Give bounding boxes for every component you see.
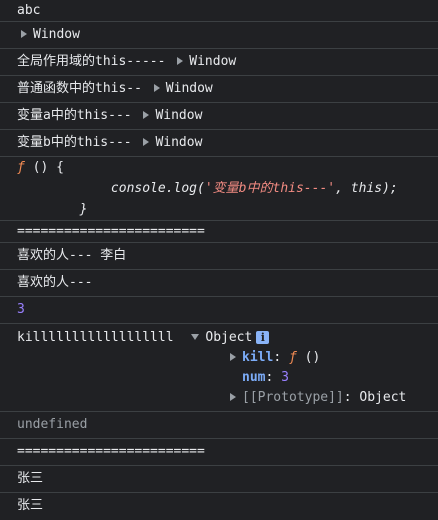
log-row: 喜欢的人---	[0, 270, 438, 297]
function-line-2: console.log('变量b中的this---', this);	[17, 181, 398, 196]
function-symbol-icon: ƒ	[288, 350, 297, 365]
window-object[interactable]: Window	[155, 108, 202, 123]
log-text: 喜欢的人---	[17, 275, 93, 290]
object-title[interactable]: Object	[205, 330, 252, 345]
prototype-key[interactable]: [[Prototype]]	[242, 390, 344, 405]
property-key-num: num	[242, 370, 266, 385]
number-value: 3	[17, 302, 25, 317]
log-row: 全局作用域的this----- Window	[0, 49, 438, 76]
kill-text: killllllllllllllllll	[17, 330, 174, 345]
expand-triangle-icon[interactable]	[143, 111, 150, 119]
log-row: ========================	[0, 439, 438, 466]
collapse-triangle-icon[interactable]	[191, 334, 200, 340]
window-object[interactable]: Window	[189, 54, 236, 69]
log-row: 普通函数中的this-- Window	[0, 76, 438, 103]
expand-triangle-icon[interactable]	[143, 138, 150, 146]
console-panel: abc Window 全局作用域的this----- Window 普通函数中的…	[0, 0, 438, 520]
log-row: 3	[0, 297, 438, 324]
window-object[interactable]: Window	[155, 135, 202, 150]
log-text: 张三	[17, 471, 44, 486]
log-row: abc	[0, 0, 438, 22]
undefined-text: undefined	[17, 417, 88, 432]
function-symbol-icon: ƒ	[17, 160, 25, 175]
log-row: 变量a中的this--- Window	[0, 103, 438, 130]
log-row: 张三	[0, 466, 438, 493]
log-row: ========================	[0, 221, 438, 243]
log-row: Window	[0, 22, 438, 49]
log-row: 张三	[0, 493, 438, 520]
prototype-value: Object	[359, 390, 407, 405]
log-label: 变量b中的this---	[17, 135, 132, 150]
log-label: 全局作用域的this-----	[17, 54, 166, 69]
expand-triangle-icon[interactable]	[177, 57, 184, 65]
log-row: 喜欢的人--- 李白	[0, 243, 438, 270]
separator-text: ========================	[17, 224, 205, 239]
function-log[interactable]: ƒ () { console.log('变量b中的this---', this)…	[0, 157, 438, 221]
log-label: 变量a中的this---	[17, 108, 132, 123]
function-line-1: ƒ () {	[17, 160, 64, 175]
property-value-num: 3	[281, 370, 289, 385]
log-row: 变量b中的this--- Window	[0, 130, 438, 157]
log-text: 张三	[17, 498, 44, 513]
log-text: abc	[17, 3, 41, 18]
log-row: undefined	[0, 412, 438, 439]
info-icon[interactable]: i	[256, 331, 270, 344]
window-object[interactable]: Window	[166, 81, 213, 96]
object-log: killllllllllllllllll Object i kill: ƒ () …	[0, 324, 438, 412]
property-key-kill[interactable]: kill	[242, 350, 273, 365]
log-text: 喜欢的人--- 李白	[17, 248, 127, 263]
log-label: 普通函数中的this--	[17, 81, 142, 96]
expand-triangle-icon[interactable]	[153, 84, 160, 92]
expand-triangle-icon[interactable]	[230, 353, 236, 361]
window-object[interactable]: Window	[33, 27, 80, 42]
function-string: '变量b中的this---'	[204, 181, 336, 196]
expand-triangle-icon[interactable]	[230, 393, 236, 401]
separator-text: ========================	[17, 444, 205, 459]
function-line-3: }	[17, 202, 88, 217]
expand-triangle-icon[interactable]	[21, 30, 27, 38]
